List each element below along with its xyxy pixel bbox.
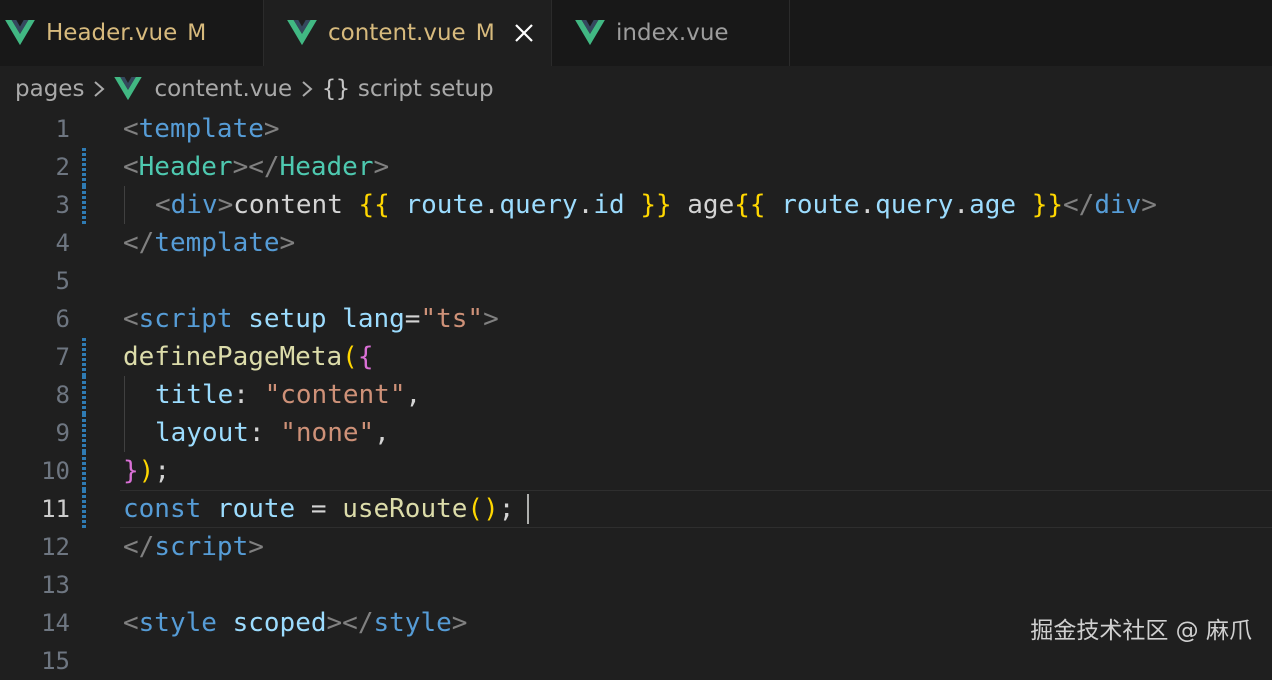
modified-gutter-marker[interactable]	[82, 414, 86, 452]
editor-tab-bar: Header.vue M content.vue M index.vue	[0, 0, 1272, 66]
breadcrumb: pages content.vue {} script setup	[0, 66, 1272, 112]
line-code: </template>	[123, 228, 296, 258]
tab-content-vue[interactable]: content.vue M	[264, 0, 552, 66]
tab-label: content.vue	[328, 20, 466, 46]
breadcrumb-file[interactable]: content.vue	[154, 76, 292, 102]
vue-file-icon	[5, 20, 35, 46]
line-number: 14	[41, 609, 70, 637]
vue-file-icon	[287, 20, 317, 46]
modified-indicator: M	[187, 20, 207, 46]
code-line: 3 <div>content {{ route.query.id }} age{…	[0, 186, 1272, 224]
line-number: 10	[41, 457, 70, 485]
modified-gutter-marker[interactable]	[82, 186, 86, 224]
code-line: 4 </template>	[0, 224, 1272, 262]
chevron-right-icon	[94, 81, 105, 97]
tab-label: Header.vue	[46, 20, 178, 46]
code-line: 13	[0, 566, 1272, 604]
modified-gutter-marker[interactable]	[82, 376, 86, 414]
line-number: 6	[55, 305, 70, 333]
vue-file-icon	[575, 20, 605, 46]
line-number: 7	[55, 343, 70, 371]
line-number: 12	[41, 533, 70, 561]
line-code: <script setup lang="ts">	[123, 304, 499, 334]
modified-gutter-marker[interactable]	[82, 452, 86, 490]
code-line: 6 <script setup lang="ts">	[0, 300, 1272, 338]
line-number: 13	[41, 571, 70, 599]
tab-label: index.vue	[616, 20, 729, 46]
line-code: <template>	[123, 114, 280, 144]
watermark: 掘金技术社区 @ 麻爪	[1030, 618, 1252, 644]
text-cursor	[527, 494, 529, 524]
modified-indicator: M	[475, 20, 495, 46]
modified-gutter-marker[interactable]	[82, 148, 86, 186]
code-line: 8 title: "content",	[0, 376, 1272, 414]
line-number: 8	[55, 381, 70, 409]
line-code: title: "content",	[155, 380, 422, 410]
line-code: });	[123, 456, 170, 486]
breadcrumb-symbol[interactable]: script setup	[358, 76, 494, 102]
line-number: 4	[55, 229, 70, 257]
line-number: 9	[55, 419, 70, 447]
line-code: </script>	[123, 532, 264, 562]
line-number: 5	[55, 267, 70, 295]
close-icon[interactable]	[513, 22, 535, 44]
line-number: 3	[55, 191, 70, 219]
vue-file-icon	[114, 77, 143, 101]
code-editor[interactable]: 1 <template> 2 <Header></Header> 3 <div>…	[0, 110, 1272, 675]
code-line: 7 definePageMeta({	[0, 338, 1272, 376]
line-number: 1	[55, 115, 70, 143]
indent-guide	[124, 376, 125, 414]
modified-gutter-marker[interactable]	[82, 490, 86, 528]
indent-guide	[124, 186, 125, 224]
line-number: 15	[41, 647, 70, 675]
code-line: 15	[0, 642, 1272, 680]
tab-index-vue[interactable]: index.vue	[552, 0, 790, 66]
breadcrumb-folder[interactable]: pages	[15, 76, 84, 102]
tab-header-vue[interactable]: Header.vue M	[0, 0, 264, 66]
line-code: <style scoped></style>	[123, 608, 468, 638]
line-code: definePageMeta({	[123, 342, 374, 372]
symbol-braces-icon: {}	[322, 76, 350, 102]
line-code: <div>content {{ route.query.id }} age{{ …	[155, 190, 1157, 220]
code-line: 9 layout: "none",	[0, 414, 1272, 452]
indent-guide	[124, 414, 125, 452]
code-line-current: 11 const route = useRoute();	[0, 490, 1272, 528]
line-code: <Header></Header>	[123, 152, 390, 182]
code-line: 10 });	[0, 452, 1272, 490]
line-code: layout: "none",	[155, 418, 390, 448]
code-line: 1 <template>	[0, 110, 1272, 148]
line-code: const route = useRoute();	[123, 494, 515, 524]
chevron-right-icon	[302, 81, 313, 97]
code-line: 12 </script>	[0, 528, 1272, 566]
code-line: 5	[0, 262, 1272, 300]
line-number: 2	[55, 153, 70, 181]
code-line: 2 <Header></Header>	[0, 148, 1272, 186]
line-number: 11	[41, 495, 70, 523]
modified-gutter-marker[interactable]	[82, 338, 86, 376]
